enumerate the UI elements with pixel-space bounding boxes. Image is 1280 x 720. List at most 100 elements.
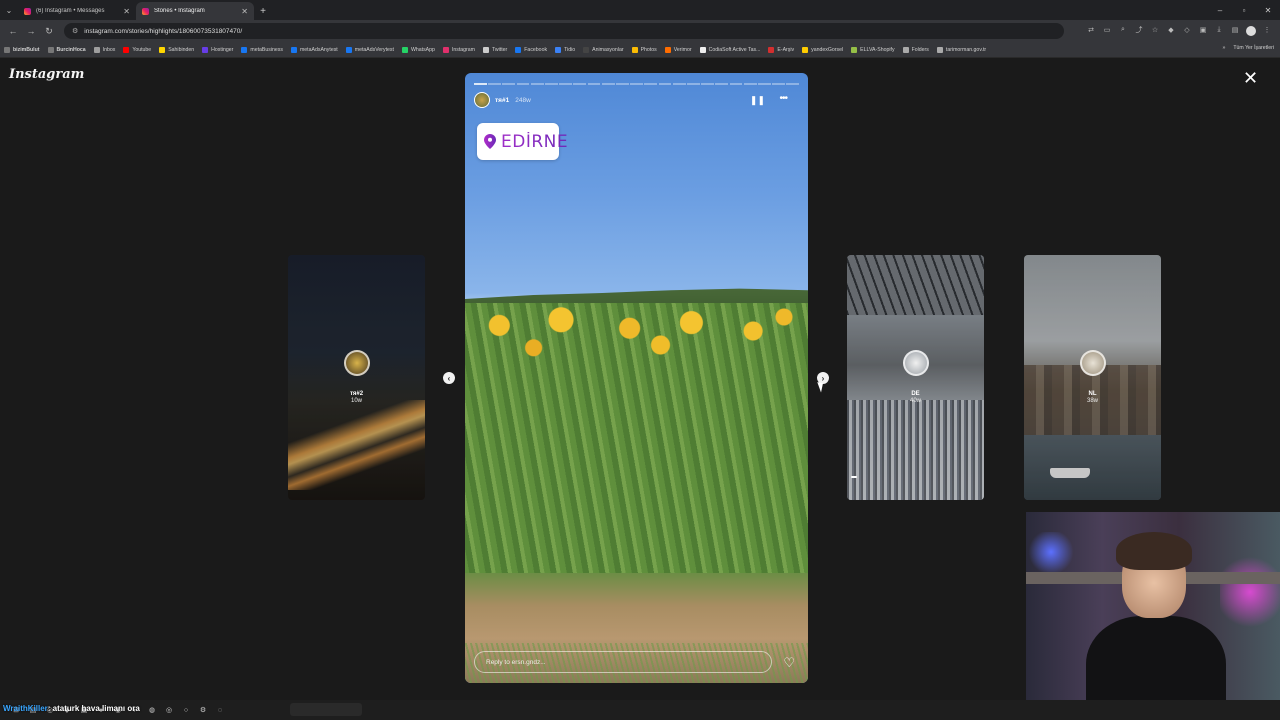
reply-placeholder: Reply to ersn.gndz... — [486, 658, 546, 666]
maximize-icon[interactable]: ▫ — [1232, 0, 1256, 20]
menu-icon[interactable]: ⋮ — [1260, 23, 1274, 37]
location-sticker[interactable]: EDİRNE — [477, 123, 568, 160]
minimize-icon[interactable]: – — [1208, 0, 1232, 20]
bookmark-item[interactable]: Twitter — [482, 46, 507, 53]
bookmark-item[interactable]: Folders — [902, 46, 929, 53]
bookmark-item[interactable]: BurcinHoca — [47, 46, 86, 53]
browser-tab-strip: ⌄ (6) Instagram • Messages ✕ Stories • I… — [0, 0, 1280, 20]
bookmark-favicon-icon — [555, 46, 562, 53]
tab-stories-instagram[interactable]: Stories • Instagram ✕ — [136, 2, 254, 20]
tab-close-icon[interactable]: ✕ — [241, 7, 248, 16]
bookmark-item[interactable]: bizimBulut — [4, 46, 40, 53]
story-username[interactable]: тя#1 — [495, 97, 509, 104]
bookmark-item[interactable]: Sahibinden — [159, 46, 194, 53]
bookmark-item[interactable]: Hostinger — [202, 46, 233, 53]
story-age: 10w — [350, 398, 362, 404]
download-icon[interactable]: ⤓ — [1212, 23, 1226, 37]
more-options-icon[interactable]: ••• — [779, 93, 787, 104]
discord-icon[interactable]: ◍ — [146, 704, 158, 716]
progress-segment — [630, 83, 643, 85]
bookmark-item[interactable]: WhatsApp — [401, 46, 435, 53]
bookmark-favicon-icon — [159, 46, 166, 53]
bookmark-item[interactable]: Facebook — [515, 46, 547, 53]
story-avatar — [1079, 349, 1106, 376]
bookmarks-overflow-icon[interactable]: » — [1222, 45, 1225, 51]
bookmark-star-icon[interactable]: ☆ — [1148, 23, 1162, 37]
bookmark-label: Verimor — [673, 46, 692, 53]
extensions-puzzle-icon[interactable]: ▣ — [1196, 23, 1210, 37]
taskbar-search[interactable] — [290, 703, 362, 716]
bookmark-item[interactable]: yandexGorsel — [802, 46, 843, 53]
close-window-icon[interactable]: ✕ — [1256, 0, 1280, 20]
pause-icon[interactable]: ❚❚ — [750, 95, 765, 106]
story-tag — [851, 476, 857, 478]
reply-input[interactable]: Reply to ersn.gndz... — [474, 651, 772, 673]
extension-icon[interactable]: ◆ — [1164, 23, 1178, 37]
bookmark-item[interactable]: ELLVA-Shopify — [851, 46, 895, 53]
bookmark-favicon-icon — [290, 46, 297, 53]
bookmark-favicon-icon — [631, 46, 638, 53]
bookmark-item[interactable]: metaBusiness — [241, 46, 283, 53]
side-story-next-2[interactable]: NL 38w — [1024, 255, 1161, 500]
bookmark-favicon-icon — [345, 46, 352, 53]
bookmark-favicon-icon — [93, 46, 100, 53]
tab-close-icon[interactable]: ✕ — [123, 7, 130, 16]
browser-toolbar: ← → ↻ ⚙ instagram.com/stories/highlights… — [0, 20, 1280, 42]
main-story[interactable]: тя#1 248w ❚❚ ••• EDİRNE Reply to ersn.gn… — [465, 73, 808, 683]
site-info-icon[interactable]: ⚙ — [72, 27, 78, 35]
app-icon[interactable]: ○ — [180, 704, 192, 716]
like-heart-icon[interactable]: ♡ — [783, 656, 795, 669]
tab-title: Stories • Instagram — [154, 8, 205, 14]
progress-segment — [729, 83, 743, 85]
address-bar[interactable]: ⚙ instagram.com/stories/highlights/18060… — [64, 23, 1064, 39]
sidepanel-icon[interactable]: ▤ — [1228, 23, 1242, 37]
translate-icon[interactable]: ⇄ — [1084, 23, 1098, 37]
bookmark-item[interactable]: Photos — [631, 46, 657, 53]
previous-story-arrow-icon[interactable]: ‹ — [443, 372, 455, 384]
progress-segment — [616, 83, 629, 85]
new-tab-button[interactable]: + — [254, 2, 272, 20]
progress-segment — [530, 83, 544, 85]
tab-search-icon[interactable]: ⌄ — [0, 0, 18, 20]
side-story-next[interactable]: DE 40w — [847, 255, 984, 500]
reload-icon[interactable]: ↻ — [40, 22, 58, 40]
bookmark-item[interactable]: metaAdsVerytest — [345, 46, 394, 53]
bookmark-item[interactable]: Animasyonlar — [583, 46, 624, 53]
share-icon[interactable]: ⤴ — [1132, 23, 1146, 37]
zoom-icon[interactable]: ⌕ — [1116, 23, 1130, 37]
settings-icon[interactable]: ⚙ — [197, 704, 209, 716]
bookmark-item[interactable]: tarimorman.gov.tr — [936, 46, 986, 53]
tab-instagram-messages[interactable]: (6) Instagram • Messages ✕ — [18, 2, 136, 20]
taskbar: ⊞ ▤ ◎ ◆ ▣ ● ◉ ◐ ◍ ◎ ○ ⚙ ◌ — [0, 700, 1280, 720]
bookmark-item[interactable]: Instagram — [442, 46, 475, 53]
close-viewer-icon[interactable]: ✕ — [1243, 69, 1258, 87]
webcam-overlay — [1026, 512, 1280, 720]
bookmark-item[interactable]: Inbox — [93, 46, 115, 53]
side-story-previous[interactable]: тя#2 10w — [288, 255, 425, 500]
bookmark-item[interactable]: metaAdsAnytest — [290, 46, 338, 53]
progress-segment — [488, 83, 501, 85]
url-text: instagram.com/stories/highlights/1806007… — [84, 27, 243, 35]
location-pin-icon — [484, 134, 496, 149]
bookmark-label: E-Arşiv — [777, 46, 795, 53]
all-bookmarks[interactable]: » Tüm Yer İşaretleri — [1222, 45, 1274, 51]
bookmark-label: Tidio — [564, 46, 576, 53]
forward-icon[interactable]: → — [22, 22, 40, 40]
bookmark-item[interactable]: Youtube — [123, 46, 151, 53]
back-icon[interactable]: ← — [4, 22, 22, 40]
progress-segment — [601, 83, 615, 85]
bookmark-item[interactable]: Verimor — [664, 46, 692, 53]
story-user-avatar[interactable] — [474, 92, 490, 108]
bookmark-label: metaAdsVerytest — [354, 46, 394, 53]
bookmark-favicon-icon — [699, 46, 706, 53]
ticker-message: : ataturk hava limanı ora — [47, 704, 140, 713]
chrome-icon[interactable]: ◎ — [163, 704, 175, 716]
extension-icon[interactable]: ◇ — [1180, 23, 1194, 37]
bookmark-item[interactable]: CodiaSoft Active Tas... — [699, 46, 760, 53]
instagram-logo[interactable]: Instagram — [9, 67, 84, 82]
bookmark-item[interactable]: E-Arşiv — [768, 46, 795, 53]
obs-icon[interactable]: ◌ — [214, 704, 226, 716]
profile-avatar[interactable] — [1244, 23, 1258, 37]
cast-icon[interactable]: ▭ — [1100, 23, 1114, 37]
bookmark-item[interactable]: Tidio — [555, 46, 576, 53]
